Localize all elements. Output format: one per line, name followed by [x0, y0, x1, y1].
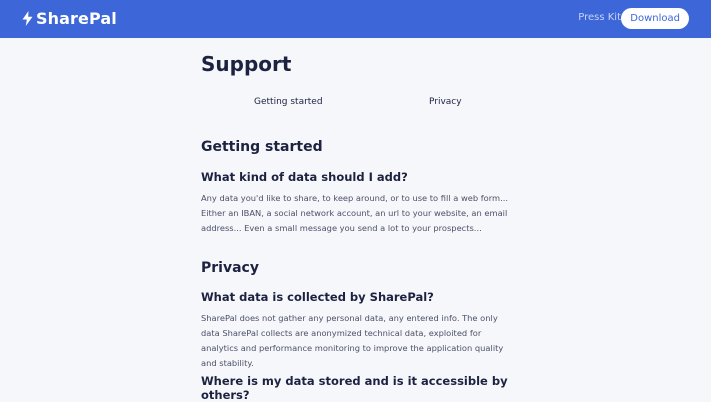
brand-logo[interactable]: SharePal: [22, 9, 117, 28]
top-navbar: SharePal Press Kit Download: [0, 0, 711, 38]
faq-question: Where is my data stored and is it access…: [201, 374, 508, 402]
toc-link-privacy[interactable]: Privacy: [429, 97, 462, 107]
faq-answer: Any data you'd like to share, to keep ar…: [201, 193, 509, 233]
section-title-privacy: Privacy: [201, 260, 259, 276]
faq-answer: SharePal does not gather any personal da…: [201, 313, 504, 368]
faq-question: What data is collected by SharePal?: [201, 290, 434, 304]
toc-link-getting-started[interactable]: Getting started: [254, 97, 323, 107]
faq-question: What kind of data should I add?: [201, 170, 408, 184]
lightning-bolt-icon: [22, 11, 33, 26]
download-button[interactable]: Download: [621, 8, 689, 29]
press-kit-link[interactable]: Press Kit: [578, 12, 621, 23]
page-title: Support: [201, 52, 292, 76]
brand-name: SharePal: [36, 9, 117, 28]
section-title-getting-started: Getting started: [201, 139, 323, 155]
